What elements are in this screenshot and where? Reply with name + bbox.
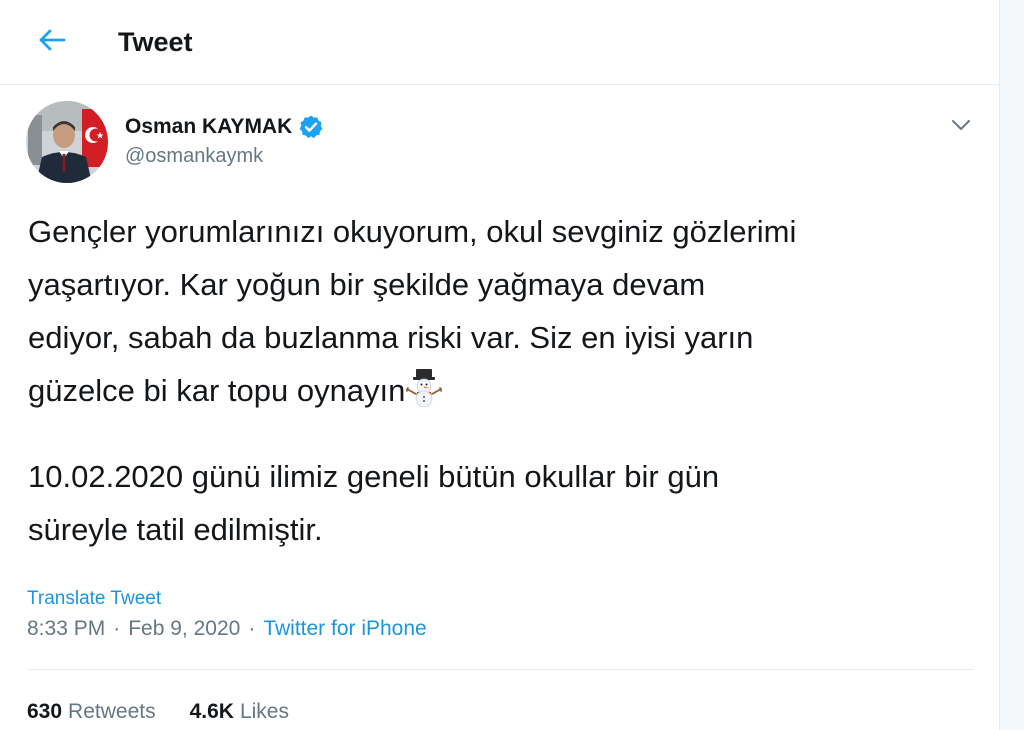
retweets-count: 630 bbox=[27, 700, 63, 723]
verified-badge-icon bbox=[298, 114, 324, 140]
right-sidebar-edge bbox=[1000, 0, 1024, 730]
author-handle[interactable]: @osmankaymk bbox=[125, 145, 263, 168]
main-column: Tweet Osman KAYMAK @osmankaymk Gençler y… bbox=[0, 0, 1000, 730]
retweets-stat[interactable]: 630 Retweets bbox=[27, 700, 156, 724]
tweet-paragraph-2: 10.02.2020 günü ilimiz geneli bütün okul… bbox=[28, 459, 720, 547]
meta-separator: · bbox=[113, 617, 121, 640]
likes-label: Likes bbox=[239, 700, 289, 723]
tweet-meta: 8:33 PM · Feb 9, 2020 · Twitter for iPho… bbox=[27, 616, 427, 642]
avatar[interactable] bbox=[26, 101, 108, 183]
profile-photo bbox=[26, 101, 108, 183]
page-header: Tweet bbox=[0, 0, 999, 85]
back-button[interactable] bbox=[30, 22, 74, 58]
translate-tweet-link[interactable]: Translate Tweet bbox=[27, 588, 161, 610]
tweet-date[interactable]: Feb 9, 2020 bbox=[128, 617, 240, 641]
tweet-page: Tweet Osman KAYMAK @osmankaymk Gençler y… bbox=[0, 0, 1024, 730]
chevron-down-icon bbox=[952, 120, 970, 130]
divider bbox=[27, 669, 974, 670]
likes-count: 4.6K bbox=[189, 700, 234, 723]
snowman-icon bbox=[405, 367, 443, 408]
likes-stat[interactable]: 4.6K Likes bbox=[190, 700, 289, 724]
tweet-text: Gençler yorumlarınızı okuyorum, okul sev… bbox=[28, 205, 978, 417]
author-name-row[interactable]: Osman KAYMAK bbox=[125, 112, 324, 142]
arrow-left-icon bbox=[39, 29, 66, 51]
tweet-source-link[interactable]: Twitter for iPhone bbox=[263, 617, 426, 641]
author-name[interactable]: Osman KAYMAK bbox=[125, 115, 292, 139]
tweet-stats: 630 Retweets 4.6K Likes bbox=[27, 698, 289, 726]
retweets-label: Retweets bbox=[68, 700, 156, 723]
tweet-menu-button[interactable] bbox=[946, 110, 976, 140]
tweet-time[interactable]: 8:33 PM bbox=[27, 617, 105, 641]
page-title: Tweet bbox=[118, 27, 193, 57]
meta-separator-2: · bbox=[248, 617, 256, 640]
